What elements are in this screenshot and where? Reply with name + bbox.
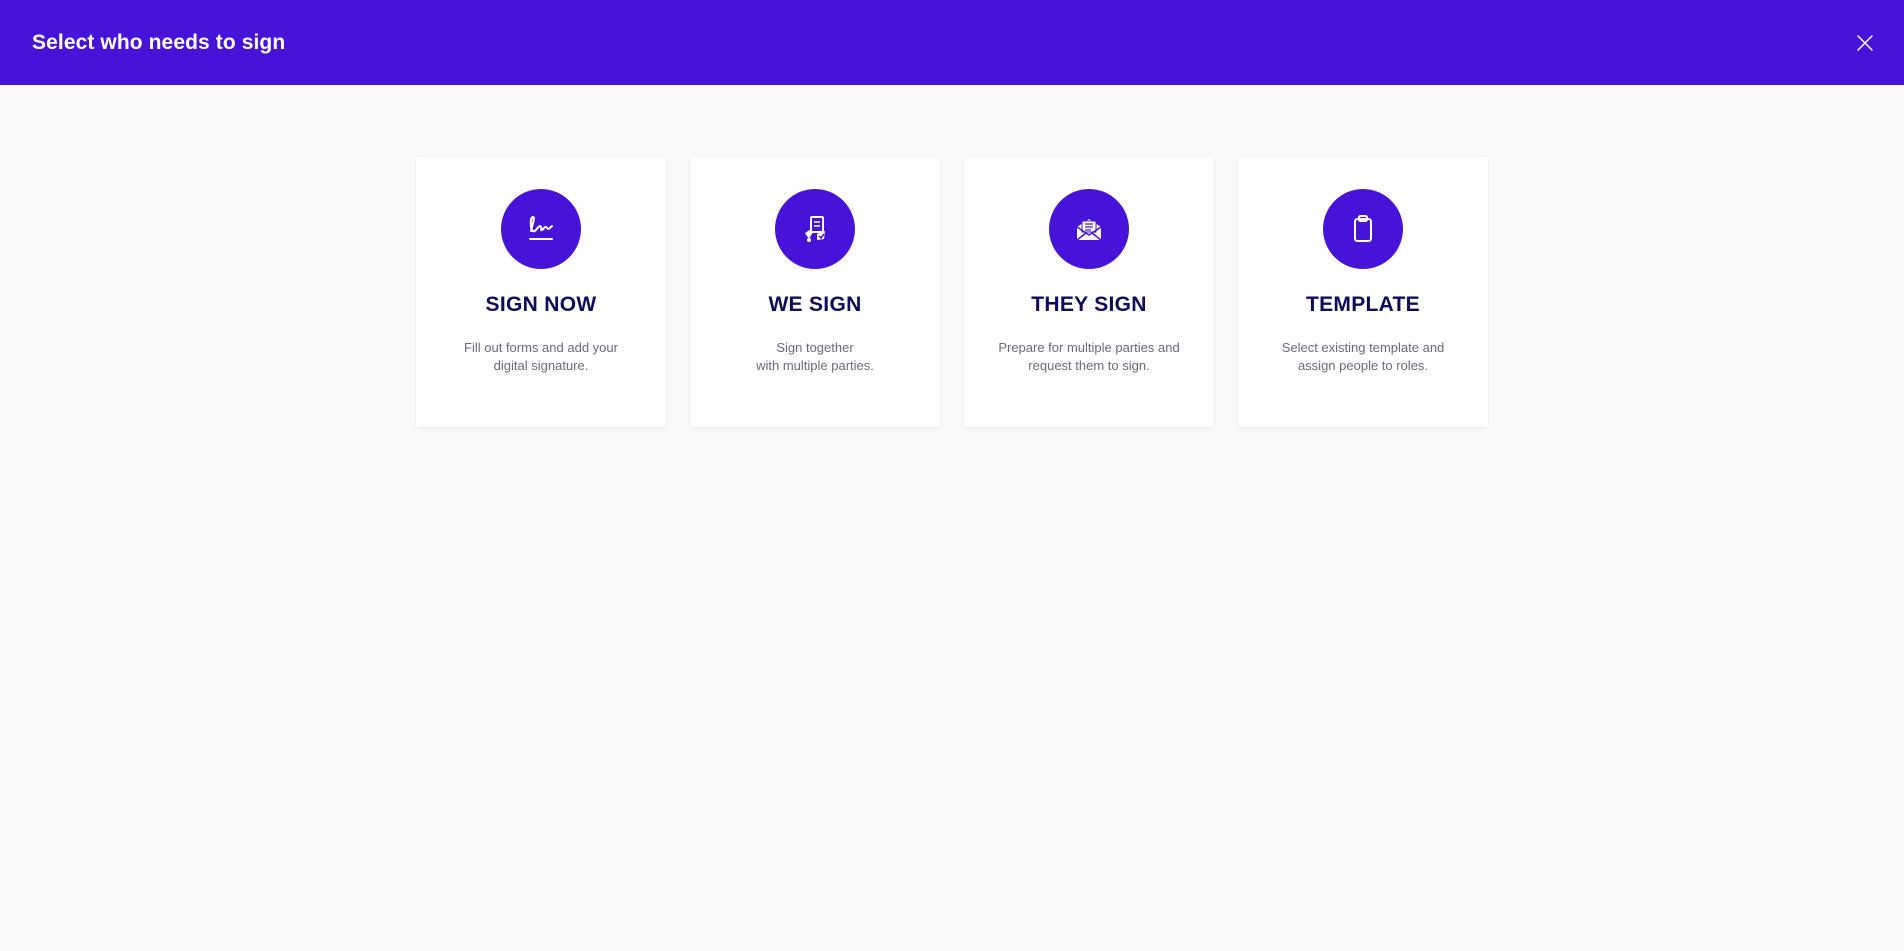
they-sign-title: THEY SIGN [1031,293,1147,316]
close-button[interactable] [1850,28,1880,58]
multi-party-sign-icon [805,216,825,242]
we-sign-card[interactable]: WE SIGN Sign together with multiple part… [690,157,940,427]
signature-icon [529,216,553,240]
dialog-header: Select who needs to sign [0,0,1904,85]
sign-now-description: Fill out forms and add your digital sign… [464,340,618,373]
template-icon-circle [1323,189,1403,269]
we-sign-icon-circle [775,189,855,269]
template-card[interactable]: TEMPLATE Select existing template and as… [1238,157,1488,427]
sign-options: SIGN NOW Fill out forms and add your dig… [416,157,1488,427]
we-sign-title: WE SIGN [768,293,862,316]
template-description: Select existing template and assign peop… [1281,340,1445,373]
sign-now-title: SIGN NOW [485,293,597,316]
sign-now-card[interactable]: SIGN NOW Fill out forms and add your dig… [416,157,666,427]
clipboard-icon [1354,215,1372,242]
sign-now-icon-circle [501,189,581,269]
envelope-icon [1076,219,1102,241]
they-sign-icon-circle [1049,189,1129,269]
close-icon [1857,34,1873,51]
dialog-title: Select who needs to sign [32,30,286,54]
we-sign-description: Sign together with multiple parties. [756,340,874,373]
they-sign-description: Prepare for multiple parties and request… [998,340,1180,373]
they-sign-card[interactable]: THEY SIGN Prepare for multiple parties a… [964,157,1214,427]
template-title: TEMPLATE [1305,293,1420,316]
